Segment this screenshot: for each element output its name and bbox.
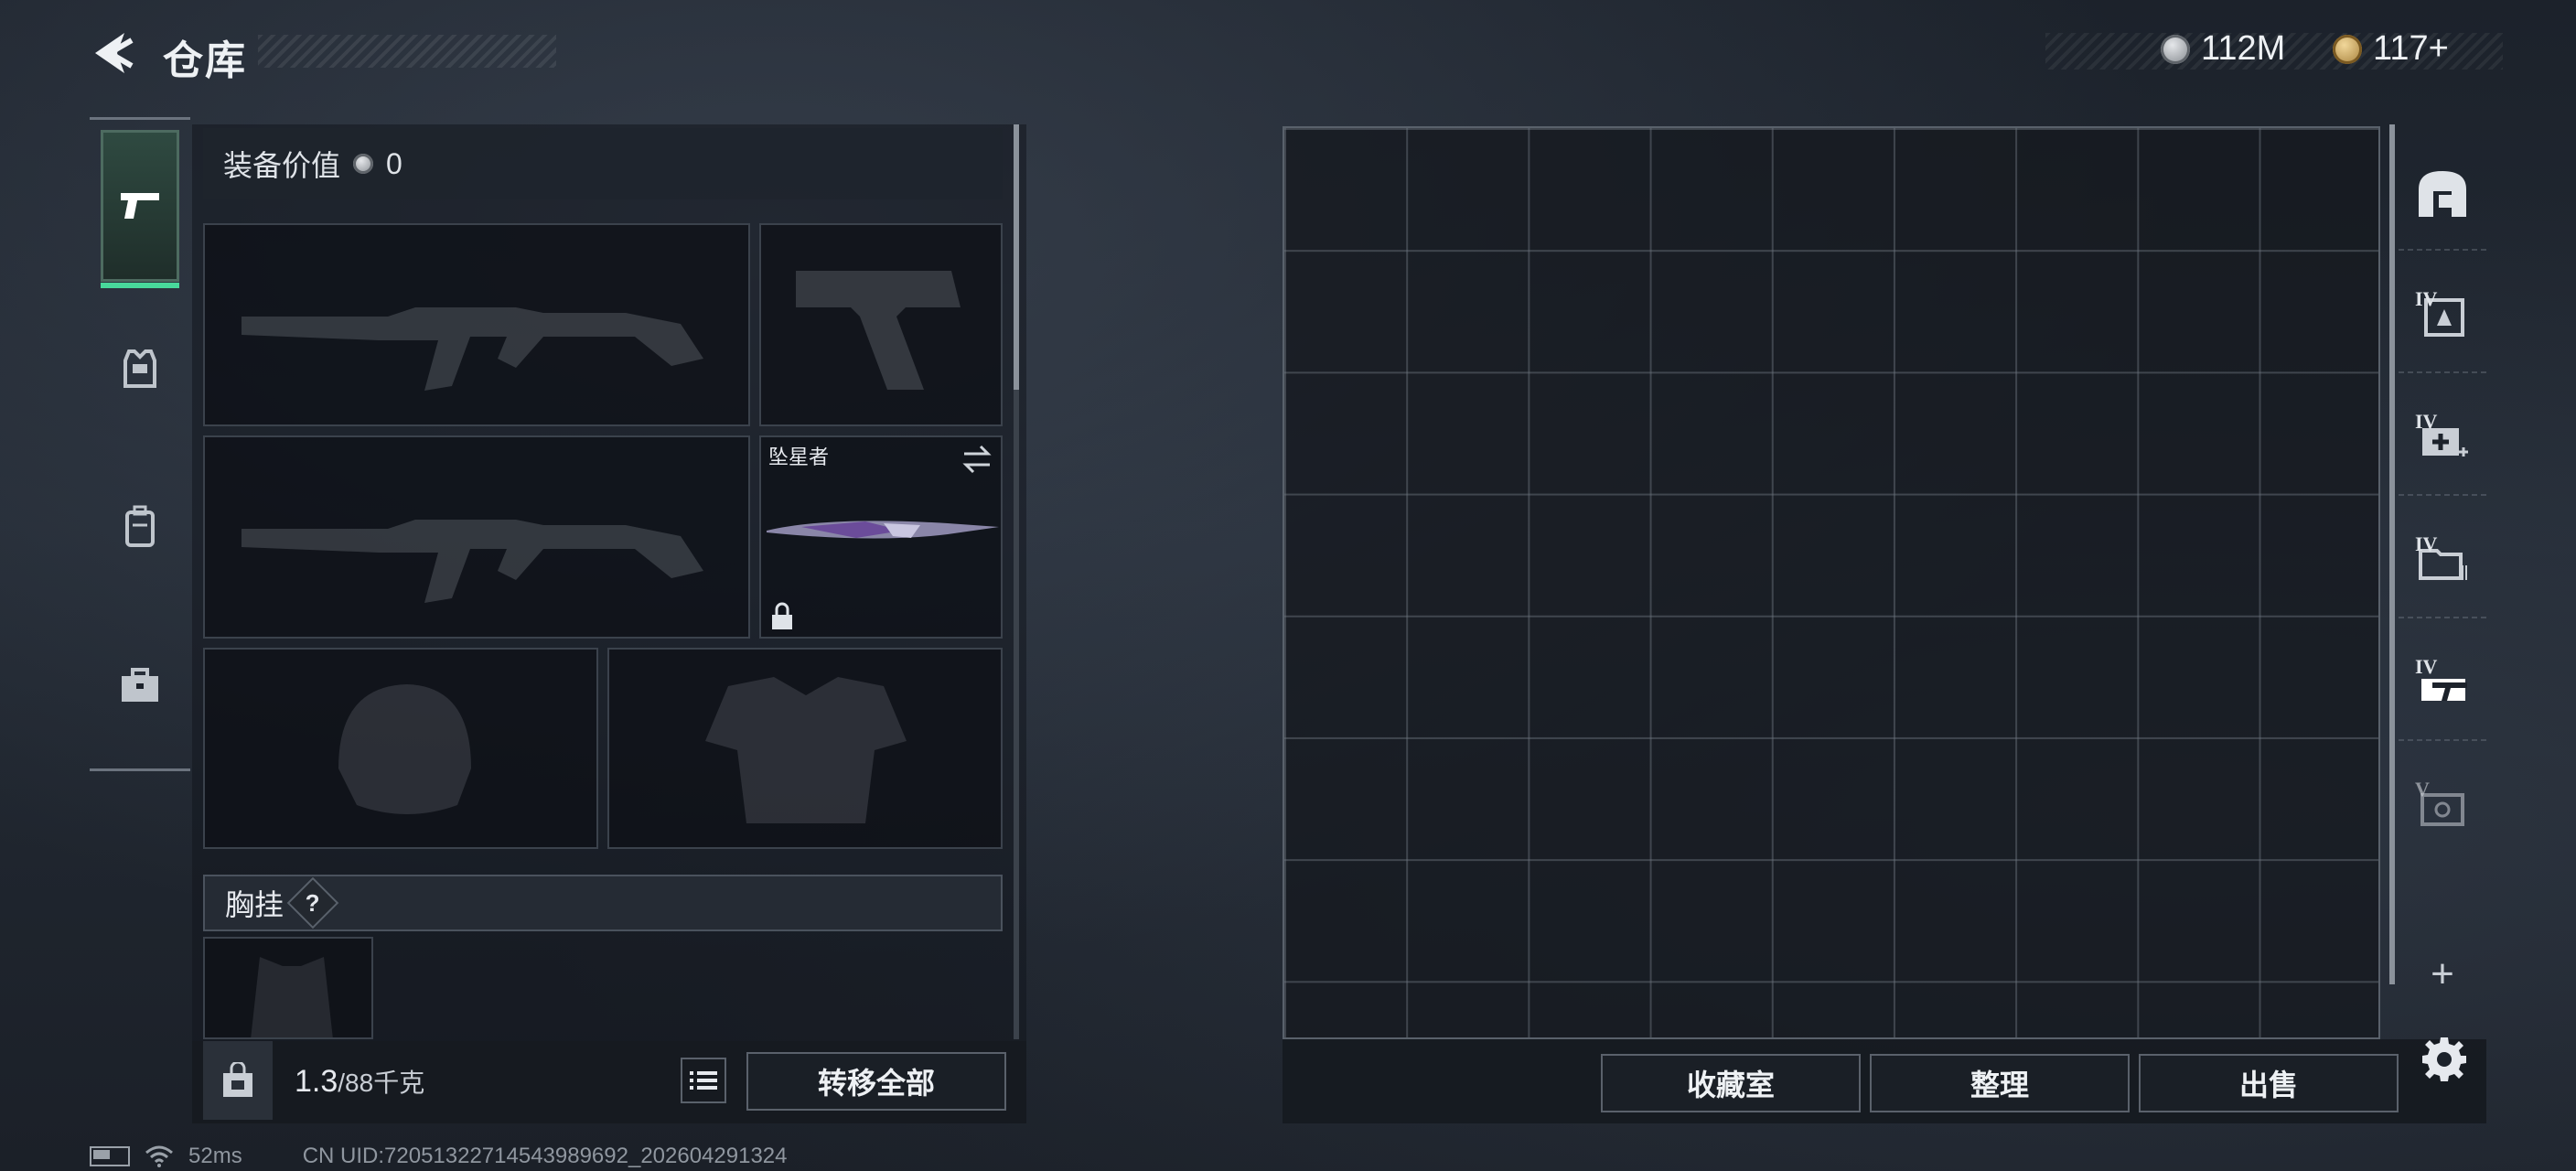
body-armor-slot[interactable]	[607, 648, 1003, 849]
storage-tab-gear[interactable]: V	[2399, 750, 2486, 864]
rail-tab-briefcase[interactable]	[101, 609, 179, 761]
equipment-value-bar: 装备价值 0	[203, 128, 1003, 199]
add-storage-tab-button[interactable]: +	[2415, 951, 2470, 997]
tier-label: IV	[2415, 410, 2438, 433]
loadout-scrollbar-thumb[interactable]	[1014, 124, 1019, 390]
storage-tab-medical[interactable]: IV	[2399, 382, 2486, 496]
list-view-button[interactable]	[681, 1058, 726, 1103]
silver-currency-value: 112M	[2201, 29, 2286, 68]
silver-currency: 112M	[2161, 29, 2285, 69]
melee-weapon-slot[interactable]: 坠星者	[759, 435, 1003, 639]
knife-icon	[767, 521, 999, 539]
list-icon	[690, 1071, 717, 1090]
tier-label: IV	[2415, 287, 2438, 310]
gold-coin-icon	[2333, 34, 2362, 64]
back-button[interactable]	[88, 27, 135, 79]
briefcase-icon	[122, 668, 158, 702]
pistol-placeholder-icon	[796, 271, 961, 390]
pistol-icon	[121, 193, 159, 219]
backpack-icon	[125, 505, 155, 547]
helmet-slot[interactable]	[203, 648, 598, 849]
organize-button[interactable]: 整理	[1870, 1054, 2130, 1112]
silver-coin-icon	[2161, 34, 2190, 64]
rail-divider	[90, 117, 190, 120]
weight-capacity: /88千克	[338, 1069, 425, 1097]
equipment-value-label: 装备价值	[223, 149, 341, 182]
vault-icon	[2419, 171, 2466, 217]
wifi-icon	[145, 1145, 173, 1167]
collection-room-button[interactable]: 收藏室	[1601, 1054, 1861, 1112]
help-icon: ?	[306, 888, 320, 917]
tier-label: IV	[2415, 655, 2438, 678]
rifle-placeholder-icon	[242, 520, 703, 603]
armor-vest-icon	[123, 349, 156, 388]
rifle-placeholder-icon	[242, 307, 703, 391]
lock-icon	[772, 602, 792, 629]
settings-button[interactable]	[2415, 1030, 2474, 1089]
secondary-weapon-slot[interactable]	[759, 223, 1003, 426]
gold-currency: 117+	[2333, 29, 2449, 69]
weight-button[interactable]	[203, 1041, 273, 1120]
armor-placeholder-icon	[705, 677, 907, 823]
weight-current: 1.3	[295, 1064, 338, 1099]
help-button[interactable]: ?	[286, 876, 339, 929]
uid-text: CN UID:72051322714543989692_202604291324	[302, 1144, 788, 1168]
rail-tab-weapons[interactable]	[101, 130, 179, 288]
rail-tab-armor[interactable]	[101, 293, 179, 445]
gear-crate-icon	[2420, 793, 2464, 826]
page-title: 仓库	[163, 38, 247, 83]
battery-icon	[90, 1146, 130, 1166]
ping-value: 52ms	[188, 1144, 242, 1168]
weight-readout: 1.3/88千克	[295, 1063, 424, 1100]
storage-grid[interactable]	[1283, 126, 2380, 1039]
storage-scrollbar[interactable]	[2389, 124, 2395, 984]
swap-arrows-icon	[962, 445, 992, 474]
chest-rig-placeholder-icon	[251, 957, 333, 1037]
melee-weapon-name: 坠星者	[768, 446, 830, 468]
chest-rig-slot[interactable]	[203, 937, 373, 1039]
primary-weapon-slot-1[interactable]	[203, 223, 750, 426]
sell-button[interactable]: 出售	[2139, 1054, 2399, 1112]
silver-coin-icon	[353, 154, 374, 174]
equipment-value: 0	[386, 146, 402, 180]
weight-icon	[223, 1062, 252, 1097]
rail-tab-backpack[interactable]	[101, 450, 179, 602]
gear-icon	[2422, 1037, 2466, 1081]
tier-label: IV	[2415, 532, 2438, 555]
storage-tab-ammo[interactable]: IV	[2399, 260, 2486, 373]
transfer-all-button[interactable]: 转移全部	[746, 1052, 1006, 1111]
chest-rig-label: 胸挂	[225, 888, 284, 921]
status-bar: 52ms CN UID:72051322714543989692_2026042…	[90, 1144, 788, 1169]
storage-tab-weapons[interactable]: IV	[2399, 628, 2486, 741]
gold-currency-value: 117+	[2373, 29, 2449, 68]
storage-tab-vault[interactable]	[2399, 137, 2486, 251]
back-arrow-icon	[95, 33, 134, 73]
helmet-placeholder-icon	[338, 684, 471, 814]
primary-weapon-slot-2[interactable]	[203, 435, 750, 639]
storage-tab-folder[interactable]: IV	[2399, 505, 2486, 618]
chest-rig-header: 胸挂 ?	[203, 875, 1003, 931]
title-decoration	[258, 35, 556, 68]
rail-divider	[90, 768, 190, 771]
